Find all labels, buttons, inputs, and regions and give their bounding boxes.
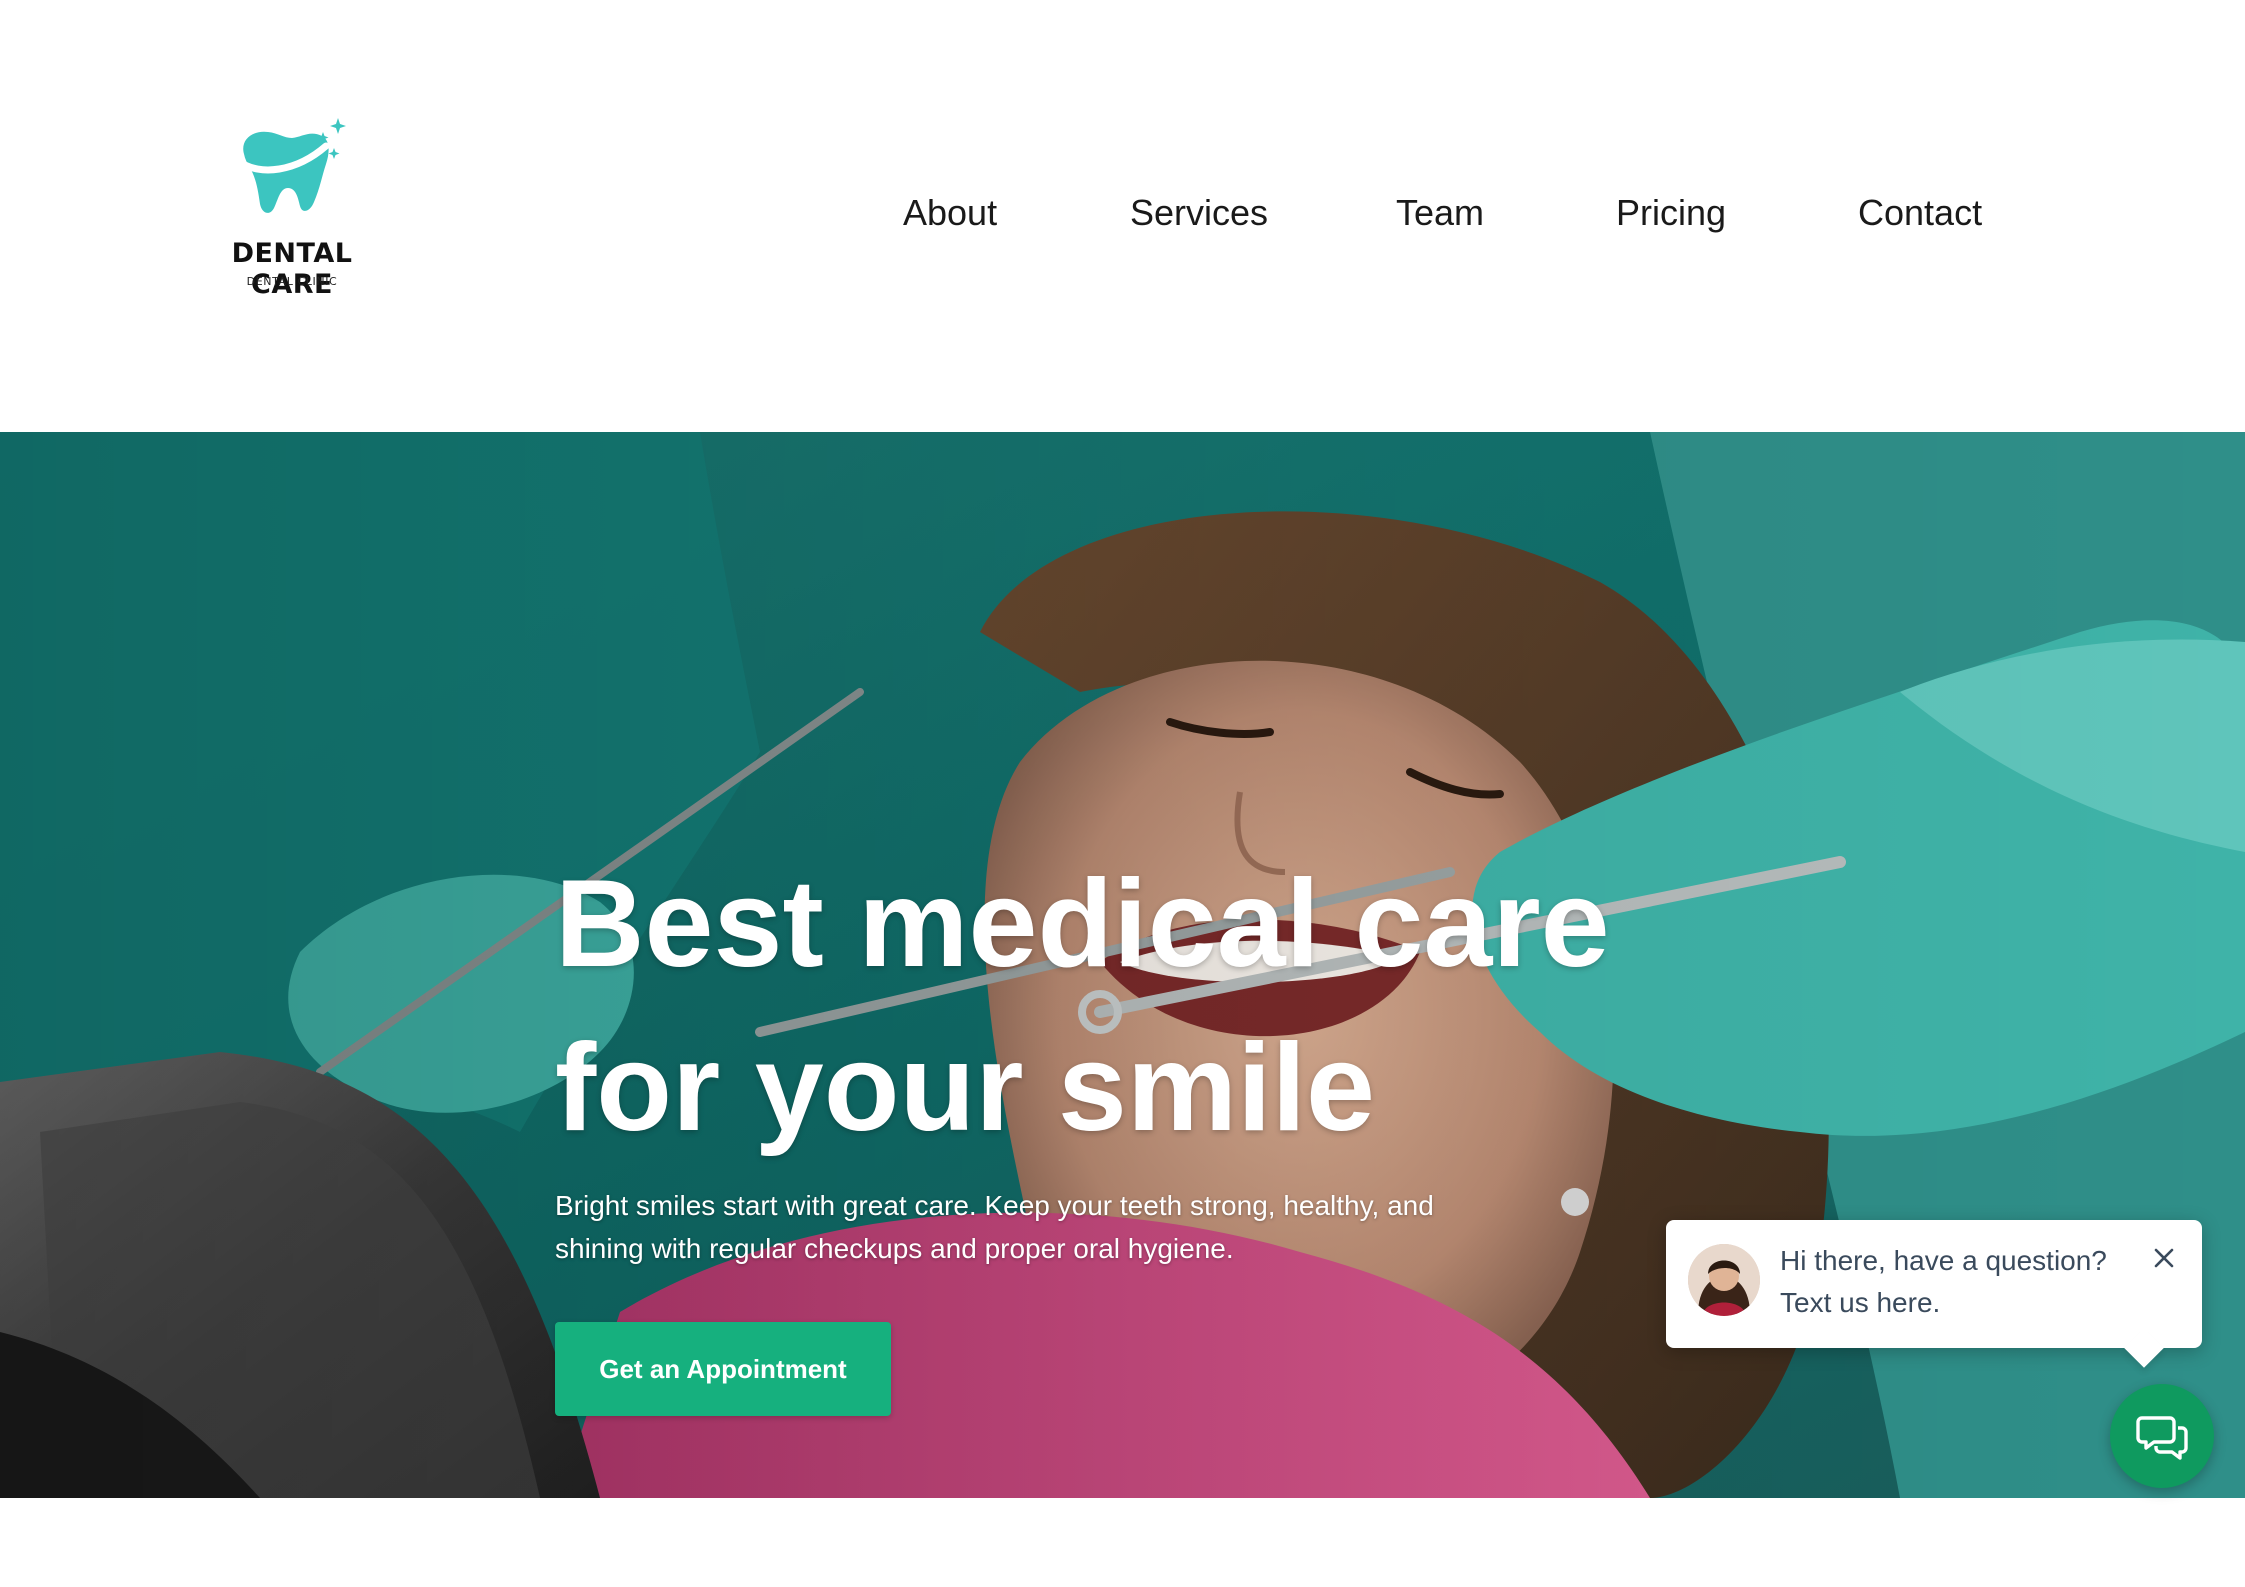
chat-bubbles-icon: [2136, 1416, 2188, 1460]
chat-message-line-2: Text us here.: [1780, 1287, 1941, 1318]
tooth-logo-icon: [236, 118, 346, 213]
chat-message-line-1: Hi there, have a question?: [1780, 1245, 2107, 1276]
hero-title-line-2: for your smile: [555, 1019, 1375, 1157]
brand-logo[interactable]: DENTAL CARE DENTAL CLINIC: [192, 110, 402, 300]
page: DENTAL CARE DENTAL CLINIC About Services…: [0, 0, 2245, 1587]
site-header: DENTAL CARE DENTAL CLINIC About Services…: [0, 0, 2245, 432]
chat-message: Hi there, have a question? Text us here.: [1780, 1240, 2140, 1324]
hero-subtitle: Bright smiles start with great care. Kee…: [555, 1184, 1515, 1270]
chat-close-button[interactable]: [2146, 1240, 2182, 1276]
avatar: [1688, 1244, 1760, 1316]
brand-tagline: DENTAL CLINIC: [246, 275, 338, 288]
get-appointment-button[interactable]: Get an Appointment: [555, 1322, 891, 1416]
chat-popup[interactable]: Hi there, have a question? Text us here.: [1666, 1220, 2202, 1348]
hero-subtitle-line-2: shining with regular checkups and proper…: [555, 1233, 1234, 1264]
avatar-image-icon: [1688, 1244, 1760, 1316]
nav-item-pricing[interactable]: Pricing: [1616, 192, 1726, 234]
nav-item-contact[interactable]: Contact: [1858, 192, 1982, 234]
chat-open-button[interactable]: [2110, 1384, 2214, 1488]
nav-item-about[interactable]: About: [903, 192, 997, 234]
hero-title-line-1: Best medical care: [555, 855, 1610, 993]
hero-title: Best medical care for your smile: [555, 842, 1755, 1170]
close-icon: [2154, 1248, 2174, 1268]
hero-subtitle-line-1: Bright smiles start with great care. Kee…: [555, 1190, 1434, 1221]
nav-item-team[interactable]: Team: [1396, 192, 1484, 234]
nav-item-services[interactable]: Services: [1130, 192, 1268, 234]
brand-name: DENTAL CARE: [231, 238, 353, 300]
